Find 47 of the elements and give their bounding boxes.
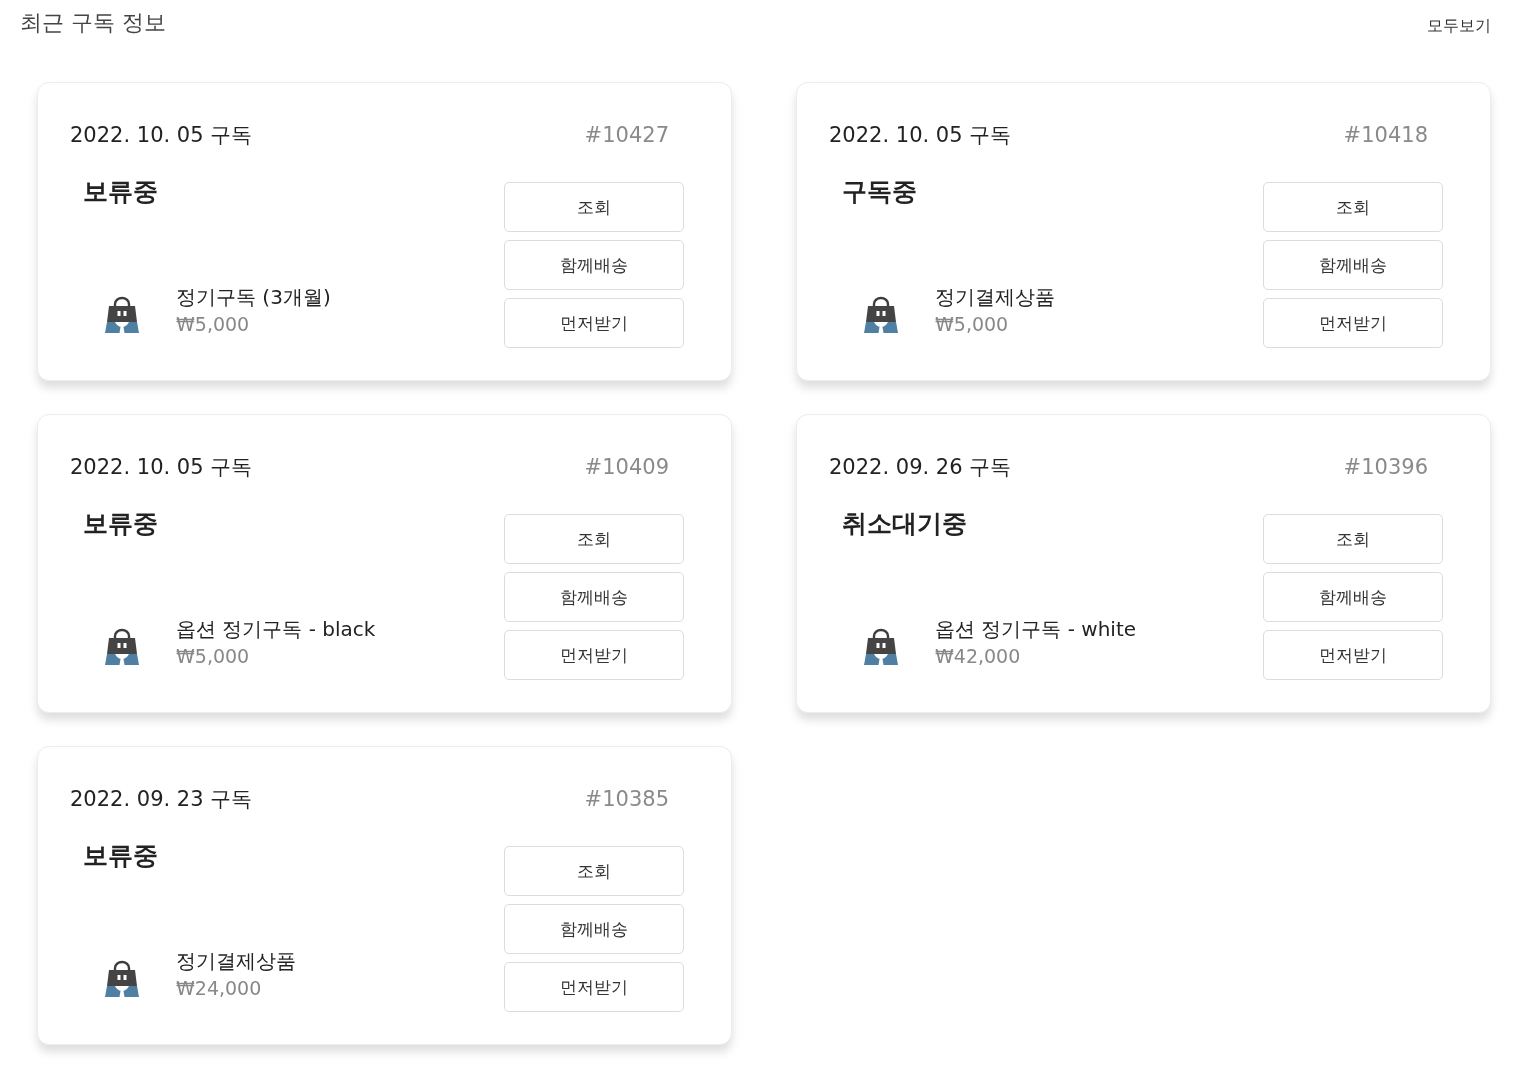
combine-shipping-button[interactable]: 함께배송 bbox=[504, 904, 684, 954]
order-number: #10427 bbox=[584, 123, 669, 147]
product-price: ₩5,000 bbox=[176, 644, 250, 669]
product-price: ₩42,000 bbox=[935, 644, 1021, 669]
shopping-bag-icon bbox=[103, 295, 141, 334]
order-number: #10396 bbox=[1343, 455, 1428, 479]
receive-first-button[interactable]: 먼저받기 bbox=[504, 630, 684, 680]
subscription-status: 보류중 bbox=[83, 508, 158, 540]
subscription-date: 2022. 10. 05 구독 bbox=[70, 454, 253, 481]
view-button[interactable]: 조회 bbox=[1263, 514, 1443, 564]
shopping-bag-icon bbox=[103, 959, 141, 998]
view-all-link[interactable]: 모두보기 bbox=[1427, 15, 1491, 37]
section-title: 최근 구독 정보 bbox=[20, 9, 166, 37]
view-button[interactable]: 조회 bbox=[504, 182, 684, 232]
subscription-date: 2022. 09. 26 구독 bbox=[829, 454, 1012, 481]
subscription-status: 구독중 bbox=[842, 176, 917, 208]
combine-shipping-button[interactable]: 함께배송 bbox=[504, 572, 684, 622]
view-button[interactable]: 조회 bbox=[504, 514, 684, 564]
shopping-bag-icon bbox=[862, 627, 900, 666]
product-name: 옵션 정기구독 - black bbox=[176, 616, 376, 643]
receive-first-button[interactable]: 먼저받기 bbox=[1263, 630, 1443, 680]
shopping-bag-icon bbox=[103, 627, 141, 666]
subscription-date: 2022. 09. 23 구독 bbox=[70, 786, 253, 813]
subscription-status: 취소대기중 bbox=[842, 508, 967, 540]
product-name: 정기결제상품 bbox=[176, 948, 296, 975]
shopping-bag-icon bbox=[862, 295, 900, 334]
product-name: 정기결제상품 bbox=[935, 284, 1055, 311]
receive-first-button[interactable]: 먼저받기 bbox=[504, 962, 684, 1012]
combine-shipping-button[interactable]: 함께배송 bbox=[1263, 240, 1443, 290]
order-number: #10418 bbox=[1343, 123, 1428, 147]
combine-shipping-button[interactable]: 함께배송 bbox=[1263, 572, 1443, 622]
subscription-date: 2022. 10. 05 구독 bbox=[829, 122, 1012, 149]
product-price: ₩24,000 bbox=[176, 976, 262, 1001]
order-number: #10409 bbox=[584, 455, 669, 479]
subscription-date: 2022. 10. 05 구독 bbox=[70, 122, 253, 149]
view-button[interactable]: 조회 bbox=[1263, 182, 1443, 232]
receive-first-button[interactable]: 먼저받기 bbox=[504, 298, 684, 348]
receive-first-button[interactable]: 먼저받기 bbox=[1263, 298, 1443, 348]
order-number: #10385 bbox=[584, 787, 669, 811]
product-price: ₩5,000 bbox=[935, 312, 1009, 337]
product-name: 정기구독 (3개월) bbox=[176, 284, 331, 311]
product-price: ₩5,000 bbox=[176, 312, 250, 337]
subscription-status: 보류중 bbox=[83, 840, 158, 872]
combine-shipping-button[interactable]: 함께배송 bbox=[504, 240, 684, 290]
product-name: 옵션 정기구독 - white bbox=[935, 616, 1137, 643]
view-button[interactable]: 조회 bbox=[504, 846, 684, 896]
subscription-status: 보류중 bbox=[83, 176, 158, 208]
